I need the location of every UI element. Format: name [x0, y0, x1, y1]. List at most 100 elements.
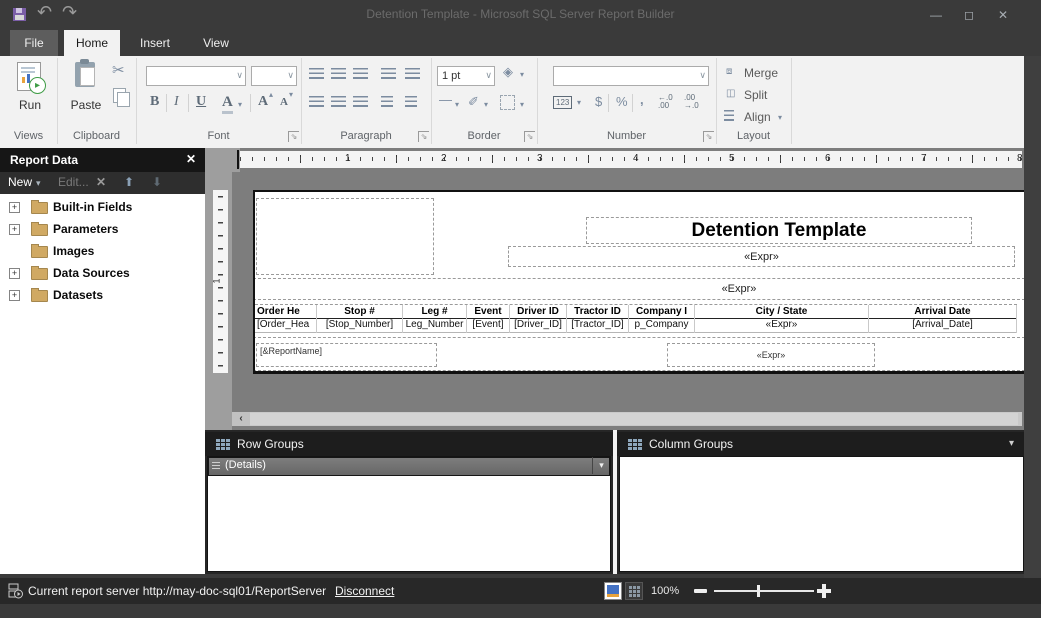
tree-item-datasets[interactable]: +Datasets	[0, 286, 205, 304]
table-column-value[interactable]: [Event]	[467, 319, 509, 333]
table-column[interactable]: Event[Event]	[467, 305, 510, 333]
row-group-item[interactable]: (Details)▾	[208, 457, 610, 476]
move-up-icon[interactable]: ⬆	[124, 175, 134, 189]
table-column-header[interactable]: Order He	[255, 305, 316, 319]
shrink-font-button[interactable]: A	[280, 96, 288, 108]
table-column-header[interactable]: Arrival Date	[869, 305, 1016, 319]
thousands-separator-icon[interactable]: ,	[640, 92, 644, 108]
expression-textbox-top[interactable]: «Expr»	[508, 246, 1015, 267]
paragraph-dialog-launcher-icon[interactable]: ⇘	[418, 131, 429, 142]
image-placeholder-textbox[interactable]	[256, 198, 434, 275]
run-view-icon[interactable]	[625, 582, 643, 600]
currency-icon[interactable]: $	[595, 94, 602, 110]
table-column-header[interactable]: Leg #	[403, 305, 466, 319]
align-middle-icon[interactable]	[331, 68, 346, 79]
expand-plus-icon[interactable]: +	[9, 224, 20, 235]
table-column[interactable]: City / State«Expr»	[695, 305, 869, 333]
bullets-icon[interactable]	[381, 96, 393, 107]
report-title-textbox[interactable]: Detention Template	[586, 217, 972, 244]
group-item-dropdown-icon[interactable]: ▾	[592, 457, 610, 474]
maximize-icon[interactable]: ◻	[958, 8, 980, 22]
font-size-select[interactable]: ∨	[251, 66, 297, 86]
scrollbar-thumb[interactable]	[250, 413, 1018, 425]
tablix-data-table[interactable]: Order He[Order_HeaStop #[Stop_Number]Leg…	[255, 304, 1017, 333]
minimize-icon[interactable]: —	[925, 8, 947, 22]
grow-font-button[interactable]: A	[258, 94, 268, 110]
align-button[interactable]: Align	[744, 110, 771, 124]
report-name-textbox[interactable]: [&ReportName]	[256, 343, 437, 367]
table-column-header[interactable]: City / State	[695, 305, 868, 319]
table-column[interactable]: Company Ip_Company	[629, 305, 695, 333]
align-dropdown-icon[interactable]: ▾	[778, 113, 782, 122]
table-column[interactable]: Order He[Order_Hea	[255, 305, 317, 333]
expression-textbox-mid[interactable]: «Expr»	[253, 278, 1024, 300]
panel-close-icon[interactable]: ✕	[186, 152, 196, 166]
table-column-value[interactable]: p_Company	[629, 319, 694, 333]
expand-plus-icon[interactable]: +	[9, 202, 20, 213]
table-column-value[interactable]: Leg_Number	[403, 319, 466, 333]
tree-item-images[interactable]: Images	[0, 242, 205, 260]
table-column[interactable]: Leg #Leg_Number	[403, 305, 467, 333]
tab-insert[interactable]: Insert	[128, 30, 182, 56]
table-column-value[interactable]: [Stop_Number]	[317, 319, 402, 333]
number-format-select[interactable]: ∨	[553, 66, 709, 86]
italic-button[interactable]: I	[174, 94, 179, 110]
align-bottom-icon[interactable]	[353, 68, 368, 79]
table-column-header[interactable]: Company I	[629, 305, 694, 319]
zoom-slider-thumb[interactable]	[757, 585, 760, 597]
increase-decimals-icon[interactable]: ←.0.00	[658, 94, 673, 110]
zoom-slider[interactable]	[714, 590, 814, 592]
border-color-brush-icon[interactable]: ✐	[468, 94, 479, 110]
new-dropdown-icon[interactable]: ▾	[36, 178, 41, 189]
split-button[interactable]: Split	[744, 88, 767, 102]
font-family-select[interactable]: ∨	[146, 66, 246, 86]
zoom-in-icon[interactable]	[817, 589, 831, 593]
fill-color-dropdown-icon[interactable]: ▾	[520, 70, 524, 79]
horizontal-scrollbar[interactable]: ‹	[232, 412, 1022, 426]
cut-icon[interactable]: ✂	[112, 63, 125, 79]
table-column-header[interactable]: Driver ID	[510, 305, 566, 319]
delete-icon[interactable]: ✕	[96, 175, 106, 189]
table-column-header[interactable]: Event	[467, 305, 509, 319]
table-column[interactable]: Arrival Date[Arrival_Date]	[869, 305, 1017, 333]
font-color-button[interactable]: A	[222, 94, 233, 114]
table-column-value[interactable]: [Tractor_ID]	[567, 319, 628, 333]
scroll-left-icon[interactable]: ‹	[232, 412, 250, 426]
font-color-dropdown-icon[interactable]: ▾	[238, 100, 242, 109]
border-presets-dropdown-icon[interactable]: ▾	[520, 100, 524, 109]
merge-button[interactable]: Merge	[744, 66, 778, 80]
close-icon[interactable]: ✕	[992, 8, 1014, 22]
number-format-123-icon[interactable]: 123	[553, 96, 572, 109]
copy-icon[interactable]	[113, 88, 126, 103]
page-footer-section[interactable]: [&ReportName] «Expr»	[253, 337, 1024, 371]
tab-view[interactable]: View	[190, 30, 242, 56]
footer-expression-textbox[interactable]: «Expr»	[667, 343, 875, 367]
tab-home[interactable]: Home	[64, 30, 120, 56]
new-button[interactable]: New	[8, 175, 32, 189]
column-groups-dropdown-icon[interactable]: ▾	[1009, 438, 1014, 449]
tree-item-built-in-fields[interactable]: +Built-in Fields	[0, 198, 205, 216]
zoom-out-icon[interactable]	[694, 589, 707, 593]
decrease-decimals-icon[interactable]: .00→.0	[684, 94, 699, 110]
fill-color-icon[interactable]: ◈	[503, 64, 513, 80]
table-column[interactable]: Driver ID[Driver_ID]	[510, 305, 567, 333]
border-presets-icon[interactable]	[500, 95, 515, 110]
edit-button[interactable]: Edit...	[58, 175, 89, 189]
number-dialog-launcher-icon[interactable]: ⇘	[703, 131, 714, 142]
number-format-dropdown-icon[interactable]: ▾	[577, 98, 581, 107]
border-line-style-icon[interactable]: —	[439, 92, 452, 108]
table-column-header[interactable]: Stop #	[317, 305, 402, 319]
design-view-icon[interactable]	[604, 582, 622, 600]
disconnect-link[interactable]: Disconnect	[335, 584, 394, 598]
border-dialog-launcher-icon[interactable]: ⇘	[524, 131, 535, 142]
bold-button[interactable]: B	[150, 94, 159, 110]
font-dialog-launcher-icon[interactable]: ⇘	[288, 131, 299, 142]
tree-item-parameters[interactable]: +Parameters	[0, 220, 205, 238]
table-column-value[interactable]: «Expr»	[695, 319, 868, 333]
align-right-icon[interactable]	[353, 96, 368, 107]
percent-icon[interactable]: %	[616, 94, 628, 110]
table-column-value[interactable]: [Driver_ID]	[510, 319, 566, 333]
align-center-icon[interactable]	[331, 96, 346, 107]
table-column[interactable]: Stop #[Stop_Number]	[317, 305, 403, 333]
border-width-select[interactable]: 1 pt ∨	[437, 66, 495, 86]
